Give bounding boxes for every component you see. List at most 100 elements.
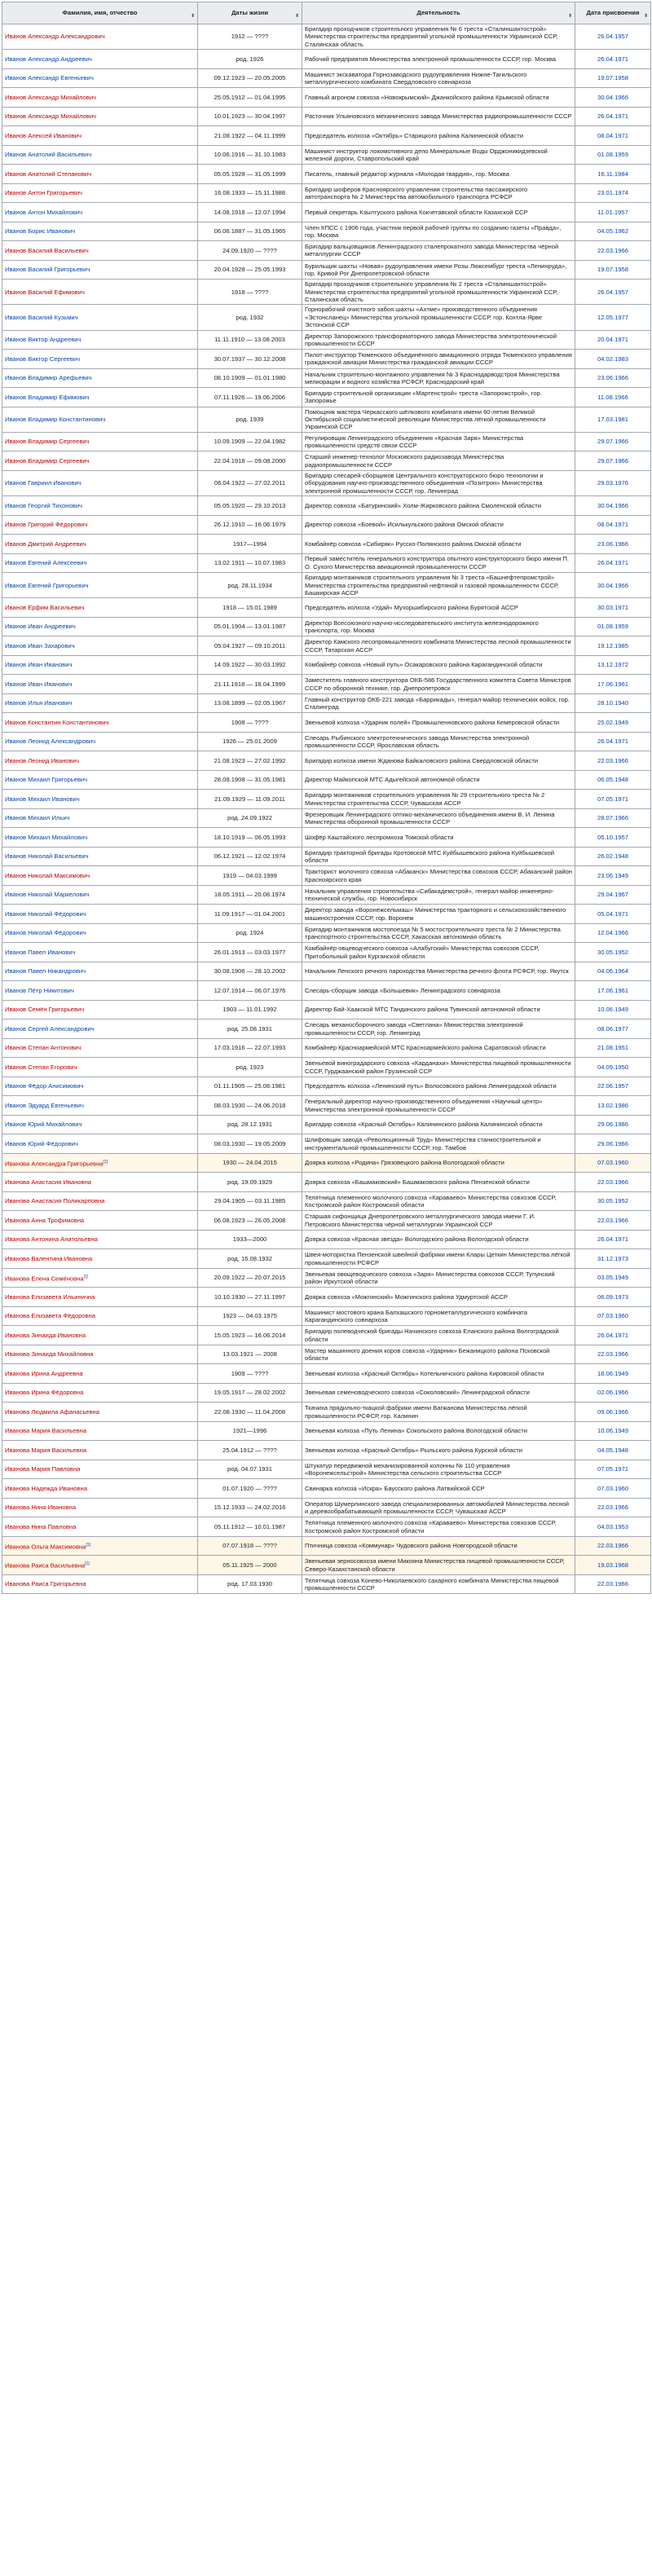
award-date-link[interactable]: 01.08.1959 [575,144,651,165]
award-date-link[interactable]: 06.09.1973 [575,1287,651,1307]
person-name-link[interactable]: Иванов Юрий Фёдорович [2,1134,198,1154]
person-name[interactable]: Иванов Михаил Иванович [5,795,80,803]
award-date-link[interactable]: 31.12.1973 [575,1248,651,1269]
award-date-link[interactable]: 08.06.1977 [575,1019,651,1039]
award-date-link[interactable]: 26.04.1971 [575,1229,651,1250]
person-name[interactable]: Иванова Мария Васильевна [5,1427,86,1434]
footnote-link[interactable]: [1] [85,1561,90,1566]
award-date-link[interactable]: 22.03.1966 [575,1497,651,1518]
award-date-link[interactable]: 30.04.1966 [575,87,651,108]
award-date-link[interactable]: 18.06.1949 [575,1363,651,1384]
person-name-link[interactable]: Иванов Владимир Сергеевич [2,451,198,471]
person-name-link[interactable]: Иванова Елена Семёновна[1] [2,1267,198,1288]
person-name[interactable]: Иванов Николай Васильевич [5,852,89,860]
person-name[interactable]: Иванов Григорий Фёдорович [5,521,87,528]
person-name-link[interactable]: Иванова Надежда Ивановна [2,1478,198,1499]
person-name[interactable]: Иванов Евгений Алексеевич [5,559,87,566]
person-name-link[interactable]: Иванов Григорий Фёдорович [2,514,198,535]
person-name-link[interactable]: Иванов Владимир Сергеевич [2,431,198,452]
person-name[interactable]: Иванова Елизавета Фёдоровна [5,1312,95,1319]
person-name[interactable]: Иванова Раиса Васильевна [5,1562,85,1570]
sort-icon[interactable]: ⬍ [568,13,572,20]
award-date-link[interactable]: 26.04.1971 [575,1325,651,1345]
person-name[interactable]: Иванов Семён Григорьевич [5,1006,84,1013]
award-date-link[interactable]: 28.07.1966 [575,808,651,829]
person-name[interactable]: Иванова Мария Васильевна [5,1447,86,1454]
person-name[interactable]: Иванов Анатолий Степанович [5,170,91,178]
award-date-link[interactable]: 11.08.1966 [575,387,651,407]
award-date-link[interactable]: 05.04.1971 [575,904,651,924]
person-name[interactable]: Иванов Владимир Сергеевич [5,457,90,465]
person-name[interactable]: Иванов Михаил Григорьевич [5,776,87,783]
award-date-link[interactable]: 22.03.1966 [575,1344,651,1365]
person-name[interactable]: Иванов Михаил Михайлович [5,834,87,841]
person-name-link[interactable]: Иванова Ирина Андреевна [2,1363,198,1384]
person-name[interactable]: Иванова Надежда Ивановна [5,1485,87,1492]
person-name[interactable]: Иванов Александр Андреевич [5,55,92,63]
award-date-link[interactable]: 20.04.1971 [575,329,651,350]
person-name-link[interactable]: Иванов Гавриил Иванович [2,469,198,497]
person-name[interactable]: Иванова Раиса Григорьевна [5,1580,86,1587]
award-date-link[interactable]: 23.01.1974 [575,183,651,204]
award-date-link[interactable]: 04.03.1953 [575,1517,651,1537]
person-name-link[interactable]: Иванов Иван Андреевич [2,616,198,637]
person-name[interactable]: Иванов Михаил Ильич [5,814,70,821]
award-date-link[interactable]: 21.08.1951 [575,1037,651,1059]
award-date-link[interactable]: 22.06.1957 [575,1076,651,1097]
person-name-link[interactable]: Иванов Павел Иванович [2,942,198,962]
person-name-link[interactable]: Иванов Сергей Александрович [2,1019,198,1039]
person-name[interactable]: Иванов Василий Ефимович [5,288,85,296]
award-date-link[interactable]: 16.11.1984 [575,164,651,184]
award-date-link[interactable]: 04.02.1983 [575,349,651,369]
award-date-link[interactable]: 30.04.1966 [575,495,651,516]
person-name-link[interactable]: Иванов Владимир Константинович [2,406,198,433]
person-name[interactable]: Иванов Виктор Сергеевич [5,355,80,363]
person-name[interactable]: Иванов Иван Иванович [5,661,72,668]
person-name[interactable]: Иванов Виктор Андреевич [5,336,81,343]
person-name-link[interactable]: Иванов Дмитрий Андреевич [2,534,198,554]
person-name-link[interactable]: Иванов Виктор Сергеевич [2,349,198,369]
award-date-link[interactable]: 17.06.1961 [575,980,651,1001]
person-name-link[interactable]: Иванов Александр Андреевич [2,49,198,69]
person-name-link[interactable]: Иванов Иван Иванович [2,674,198,694]
person-name-link[interactable]: Иванова Ольга Максимовна[1] [2,1535,198,1557]
person-name-link[interactable]: Иванов Михаил Ильич [2,808,198,829]
person-name[interactable]: Иванова Елена Семёновна [5,1275,84,1282]
award-date-link[interactable]: 30.04.1966 [575,572,651,599]
footnote-link[interactable]: [1] [86,1543,90,1548]
person-name-link[interactable]: Иванов Иван Иванович [2,654,198,676]
person-name-link[interactable]: Иванов Александр Михайлович [2,87,198,108]
person-name-link[interactable]: Иванов Илья Иванович [2,693,198,714]
person-name[interactable]: Иванов Владимир Сергеевич [5,438,90,445]
award-date-link[interactable]: 06.05.1948 [575,769,651,790]
person-name-link[interactable]: Иванова Зинаида Ивановна [2,1325,198,1345]
award-date-link[interactable]: 29.07.1966 [575,451,651,471]
person-name-link[interactable]: Иванов Эдуард Евгеньевич [2,1095,198,1116]
person-name[interactable]: Иванов Степан Антонович [5,1044,81,1051]
person-name-link[interactable]: Иванов Константин Константинович [2,712,198,733]
award-date-link[interactable]: 26.04.1957 [575,279,651,306]
person-name-link[interactable]: Иванов Фёдор Анисимович [2,1076,198,1097]
person-name[interactable]: Иванова Ирина Фёдоровна [5,1389,83,1396]
award-date-link[interactable]: 10.06.1949 [575,999,651,1020]
person-name[interactable]: Иванов Александр Евгеньевич [5,74,94,81]
award-date-link[interactable]: 13.02.1986 [575,1095,651,1116]
person-name[interactable]: Иванов Борис Иванович [5,227,75,235]
person-name-link[interactable]: Иванов Степан Егорович [2,1057,198,1077]
person-name[interactable]: Иванов Иван Захарович [5,642,75,650]
award-date-link[interactable]: 04.06.1964 [575,961,651,982]
award-date-link[interactable]: 29.06.1986 [575,1114,651,1135]
award-date-link[interactable]: 29.07.1966 [575,431,651,452]
person-name[interactable]: Иванов Сергей Александрович [5,1025,95,1033]
person-name-link[interactable]: Иванов Павел Никандрович [2,961,198,982]
person-name-link[interactable]: Иванова Нина Павловна [2,1517,198,1537]
sort-icon[interactable]: ⬍ [191,13,195,20]
award-date-link[interactable]: 29.03.1976 [575,469,651,497]
person-name[interactable]: Иванов Гавриил Иванович [5,479,82,487]
person-name-link[interactable]: Иванов Пётр Никитович [2,980,198,1001]
award-date-link[interactable]: 03.05.1949 [575,1267,651,1288]
person-name-link[interactable]: Иванов Николай Максимович [2,865,198,886]
person-name-link[interactable]: Иванова Зинаида Михайловна [2,1344,198,1365]
person-name[interactable]: Иванова Анна Трофимовна [5,1217,84,1224]
person-name[interactable]: Иванов Владимир Арефьевич [5,374,92,381]
